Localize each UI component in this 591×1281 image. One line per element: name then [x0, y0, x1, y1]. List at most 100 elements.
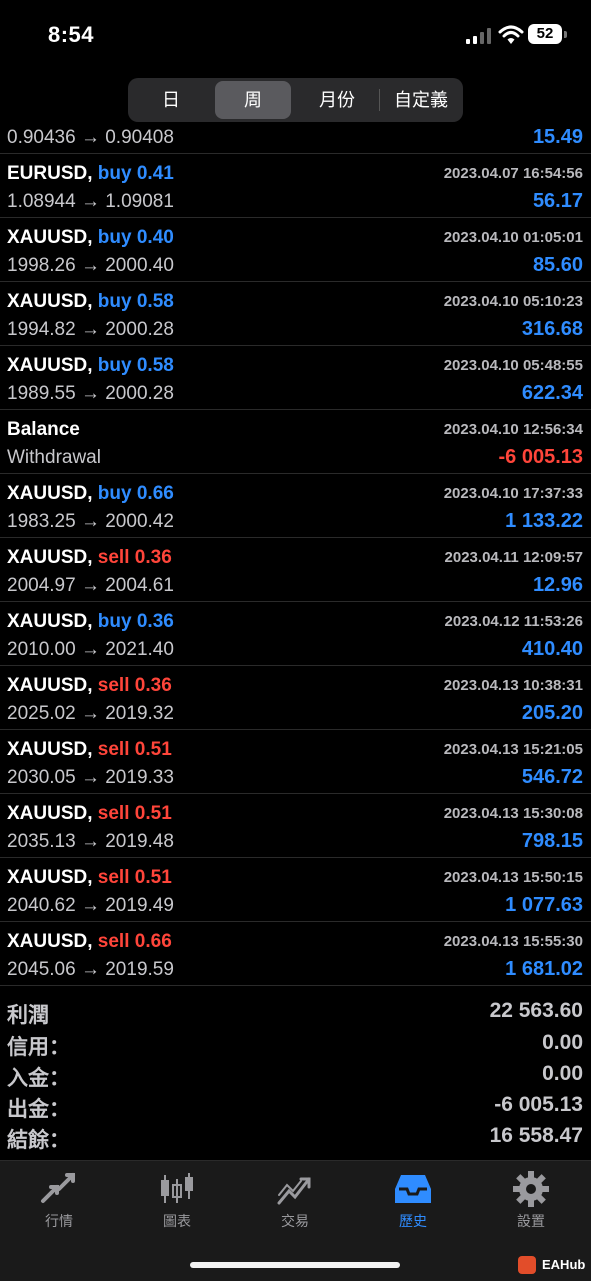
deal-side: buy [97, 355, 132, 376]
deal-prices: 2025.02 → 2019.32 [7, 703, 174, 724]
deal-volume: 0.41 [136, 163, 174, 184]
deal-volume: 0.58 [136, 291, 174, 312]
summary-deposit-row: 入金： 0.00 [0, 1062, 591, 1093]
status-time: 8:54 [48, 22, 95, 47]
deal-prices: 1998.26 → 2000.40 [7, 255, 174, 276]
summary-credit-label: 信用： [7, 1036, 70, 1059]
deal-prices: 2045.06 → 2019.59 [7, 959, 174, 980]
tab-settings-label: 設置 [517, 1213, 545, 1229]
deal-prices: 1994.82 → 2000.28 [7, 319, 174, 340]
period-custom-tab[interactable]: 自定義 [382, 81, 460, 119]
battery-level: 52 [528, 24, 562, 44]
tab-trade[interactable]: 交易 [236, 1171, 354, 1241]
deal-prices: 2030.05 → 2019.33 [7, 767, 174, 788]
list-item[interactable]: XAUUSD, buy 0.36 2023.04.12 11:53:26 201… [0, 602, 591, 666]
deal-prices: 0.90436 → 0.90408 [7, 127, 174, 148]
status-bar: 8:54 52 [0, 0, 591, 70]
deal-volume: 0.51 [134, 803, 172, 824]
deal-volume: 0.66 [134, 931, 172, 952]
deal-symbol: XAUUSD, [7, 611, 93, 632]
watermark: EAHub [518, 1254, 588, 1276]
summary-profit-row: 利潤 22 563.60 [0, 999, 591, 1030]
summary-profit-label: 利潤 [7, 1004, 49, 1027]
deal-prices: 1989.55 → 2000.28 [7, 383, 174, 404]
tab-settings[interactable]: 設置 [472, 1171, 590, 1241]
period-week-tab[interactable]: 周 [215, 81, 291, 119]
deal-side: sell [97, 547, 130, 568]
deal-volume: 0.66 [136, 483, 174, 504]
deal-profit: 85.60 [532, 254, 583, 276]
list-item[interactable]: XAUUSD, buy 0.66 2023.04.10 17:37:33 198… [0, 474, 591, 538]
inbox-icon [395, 1175, 431, 1203]
deal-profit: 316.68 [521, 318, 583, 340]
summary-withdrawal-label: 出金： [7, 1098, 70, 1121]
deal-side: sell [97, 867, 130, 888]
deal-date: 2023.04.13 15:21:05 [443, 741, 583, 758]
deal-date: 2023.04.13 15:55:30 [443, 933, 583, 950]
candlestick-icon [161, 1173, 193, 1203]
tab-quotes-label: 行情 [45, 1213, 73, 1229]
tab-history-label: 歷史 [399, 1213, 427, 1229]
deal-prices: 2004.97 → 2004.61 [7, 575, 174, 596]
tab-chart[interactable]: 圖表 [118, 1171, 236, 1241]
deal-symbol: XAUUSD, [7, 483, 93, 504]
deal-date: 2023.04.11 12:09:57 [444, 549, 583, 566]
list-item[interactable]: XAUUSD, buy 0.58 2023.04.10 05:48:55 198… [0, 346, 591, 410]
summary-credit-row: 信用： 0.00 [0, 1031, 591, 1062]
wifi-icon [498, 25, 524, 44]
deal-date: 2023.04.12 11:53:26 [444, 613, 583, 630]
list-item[interactable]: XAUUSD, sell 0.66 2023.04.13 15:55:30 20… [0, 922, 591, 986]
summary-balance-value: 16 558.47 [489, 1124, 583, 1147]
period-selector: 日 周 月份 自定義 [128, 78, 463, 122]
list-item[interactable]: XAUUSD, buy 0.40 2023.04.10 01:05:01 199… [0, 218, 591, 282]
list-item[interactable]: XAUUSD, sell 0.36 2023.04.11 12:09:57 20… [0, 538, 591, 602]
arrows-icon [41, 1173, 75, 1203]
deal-profit: -6 005.13 [498, 446, 583, 468]
list-item[interactable]: XAUUSD, sell 0.51 2023.04.13 15:50:15 20… [0, 858, 591, 922]
deal-date: 2023.04.07 16:54:56 [443, 165, 583, 182]
summary-deposit-label: 入金： [7, 1067, 70, 1090]
list-item[interactable]: XAUUSD, buy 0.58 2023.04.10 05:10:23 199… [0, 282, 591, 346]
summary-balance-label: 結餘： [7, 1129, 70, 1152]
deal-volume: 0.58 [136, 355, 174, 376]
period-day-tab[interactable]: 日 [132, 81, 210, 119]
tab-trade-label: 交易 [281, 1213, 309, 1229]
deal-prices: 1.08944 → 1.09081 [7, 191, 174, 212]
cellular-signal-icon [466, 28, 491, 44]
deal-profit: 205.20 [521, 702, 583, 724]
deal-comment: Withdrawal [7, 447, 101, 468]
list-item[interactable]: XAUUSD, sell 0.51 2023.04.13 15:30:08 20… [0, 794, 591, 858]
deal-symbol: XAUUSD, [7, 355, 93, 376]
deal-symbol: XAUUSD, [7, 227, 93, 248]
deal-profit: 1 077.63 [505, 894, 583, 916]
deal-prices: 2035.13 → 2019.48 [7, 831, 174, 852]
watermark-text: EAHub [542, 1257, 586, 1272]
deal-volume: 0.51 [134, 867, 172, 888]
list-item[interactable]: 0.90436 → 0.90408 15.49 [0, 122, 591, 154]
deal-profit: 15.49 [532, 126, 583, 148]
deal-profit: 622.34 [521, 382, 583, 404]
period-month-tab[interactable]: 月份 [298, 81, 376, 119]
deal-side: sell [97, 803, 130, 824]
deal-symbol: EURUSD, [7, 163, 93, 184]
home-indicator [190, 1262, 400, 1268]
deal-symbol: XAUUSD, [7, 547, 93, 568]
list-item[interactable]: EURUSD, buy 0.41 2023.04.07 16:54:56 1.0… [0, 154, 591, 218]
summary-balance-row: 結餘： 16 558.47 [0, 1124, 591, 1155]
tab-history[interactable]: 歷史 [354, 1171, 472, 1241]
deal-side: buy [97, 611, 132, 632]
deal-prices: 1983.25 → 2000.42 [7, 511, 174, 532]
deal-symbol: XAUUSD, [7, 291, 93, 312]
deal-symbol: XAUUSD, [7, 931, 93, 952]
deal-date: 2023.04.13 15:50:15 [443, 869, 583, 886]
trend-icon [277, 1177, 311, 1205]
tab-quotes[interactable]: 行情 [0, 1171, 118, 1241]
list-item[interactable]: XAUUSD, sell 0.51 2023.04.13 15:21:05 20… [0, 730, 591, 794]
list-item[interactable]: Balance 2023.04.10 12:56:34 Withdrawal -… [0, 410, 591, 474]
deal-profit: 410.40 [521, 638, 583, 660]
deal-profit: 1 133.22 [505, 510, 583, 532]
list-item[interactable]: XAUUSD, sell 0.36 2023.04.13 10:38:31 20… [0, 666, 591, 730]
summary-deposit-value: 0.00 [542, 1062, 583, 1085]
summary-withdrawal-value: -6 005.13 [494, 1093, 583, 1116]
deal-side: buy [97, 163, 132, 184]
